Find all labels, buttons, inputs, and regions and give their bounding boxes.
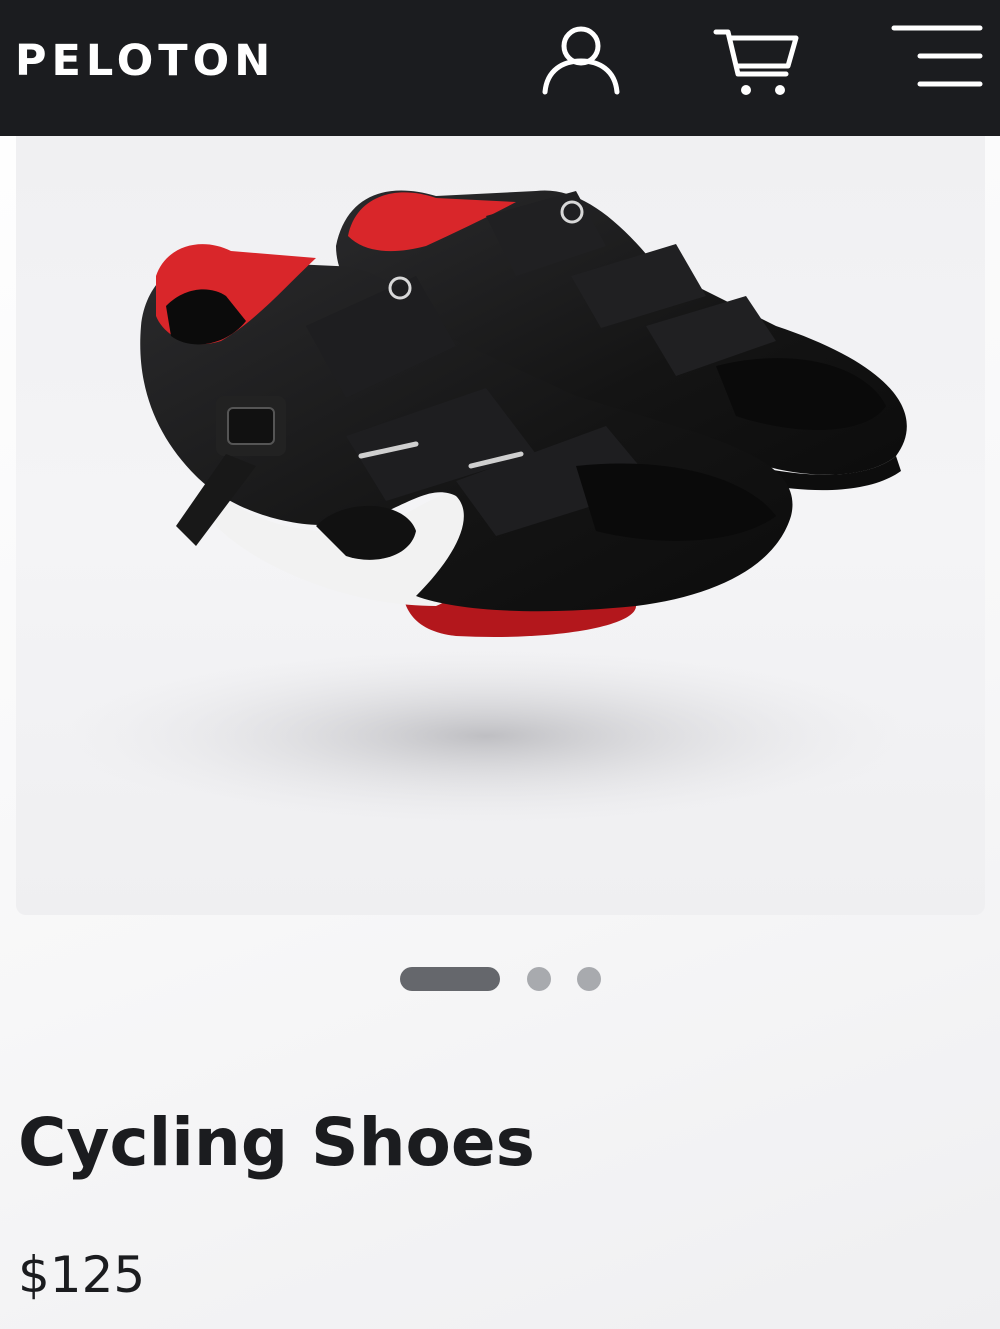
cycling-shoes-image <box>66 190 907 826</box>
top-nav-bar: PELOTON <box>0 0 1000 136</box>
peloton-logo[interactable]: PELOTON <box>15 36 275 86</box>
carousel-dot[interactable] <box>527 967 551 991</box>
product-title: Cycling Shoes <box>18 1104 535 1181</box>
carousel-pagination <box>0 966 1000 992</box>
cart-icon[interactable] <box>712 24 802 98</box>
product-price: $125 <box>18 1246 146 1304</box>
account-icon[interactable] <box>540 24 622 96</box>
carousel-dot-active[interactable] <box>400 967 500 991</box>
carousel-dot[interactable] <box>577 967 601 991</box>
product-image-gallery[interactable] <box>16 136 985 915</box>
hamburger-menu-icon[interactable] <box>890 22 984 92</box>
